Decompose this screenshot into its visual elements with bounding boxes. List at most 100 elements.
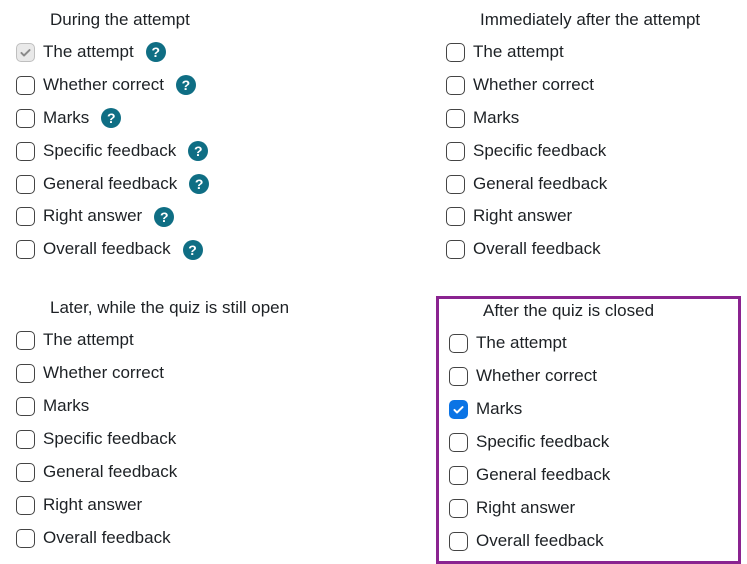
option-label[interactable]: Whether correct bbox=[43, 71, 164, 100]
option-row: Whether correct bbox=[16, 357, 426, 390]
option-label[interactable]: Specific feedback bbox=[476, 428, 609, 457]
option-label[interactable]: Marks bbox=[43, 392, 89, 421]
option-row: Overall feedback? bbox=[16, 233, 426, 266]
option-label[interactable]: General feedback bbox=[473, 170, 607, 199]
checkbox[interactable] bbox=[446, 76, 465, 95]
option-label[interactable]: Whether correct bbox=[473, 71, 594, 100]
section-options: The attempt Whether correct Marks Specific … bbox=[446, 36, 731, 266]
option-row: Marks? bbox=[16, 102, 426, 135]
option-row: Right answer bbox=[446, 200, 731, 233]
checkbox[interactable] bbox=[16, 529, 35, 548]
checkbox[interactable] bbox=[446, 142, 465, 161]
option-label[interactable]: Marks bbox=[473, 104, 519, 133]
option-row: General feedback bbox=[449, 459, 728, 492]
option-row: Marks bbox=[446, 102, 731, 135]
help-icon[interactable]: ? bbox=[183, 240, 203, 260]
option-label[interactable]: Overall feedback bbox=[473, 235, 601, 264]
option-label[interactable]: General feedback bbox=[43, 170, 177, 199]
option-label[interactable]: Right answer bbox=[476, 494, 575, 523]
option-label[interactable]: The attempt bbox=[476, 329, 567, 358]
section-heading: During the attempt bbox=[50, 10, 426, 30]
help-icon[interactable]: ? bbox=[154, 207, 174, 227]
checkbox[interactable] bbox=[16, 430, 35, 449]
help-icon[interactable]: ? bbox=[101, 108, 121, 128]
option-row: The attempt? bbox=[16, 36, 426, 69]
section-heading: After the quiz is closed bbox=[483, 301, 728, 321]
option-label[interactable]: The attempt bbox=[43, 38, 134, 67]
checkbox[interactable] bbox=[446, 43, 465, 62]
option-row: Right answer bbox=[16, 489, 426, 522]
checkbox[interactable] bbox=[449, 499, 468, 518]
option-row: The attempt bbox=[449, 327, 728, 360]
option-row: Right answer bbox=[449, 492, 728, 525]
option-row: The attempt bbox=[16, 324, 426, 357]
option-label[interactable]: Right answer bbox=[473, 202, 572, 231]
checkbox[interactable] bbox=[16, 207, 35, 226]
option-label[interactable]: Marks bbox=[476, 395, 522, 424]
option-label[interactable]: General feedback bbox=[476, 461, 610, 490]
help-icon[interactable]: ? bbox=[146, 42, 166, 62]
checkbox[interactable] bbox=[449, 367, 468, 386]
section-during: During the attempt The attempt?Whether c… bbox=[6, 8, 436, 270]
review-options-grid: During the attempt The attempt?Whether c… bbox=[6, 8, 741, 564]
help-icon[interactable]: ? bbox=[188, 141, 208, 161]
section-later: Later, while the quiz is still open The … bbox=[6, 296, 436, 564]
option-row: Whether correct? bbox=[16, 69, 426, 102]
checkbox[interactable] bbox=[16, 463, 35, 482]
option-label[interactable]: Right answer bbox=[43, 491, 142, 520]
checkbox bbox=[16, 43, 35, 62]
checkbox[interactable] bbox=[16, 496, 35, 515]
section-heading: Immediately after the attempt bbox=[480, 10, 731, 30]
help-icon[interactable]: ? bbox=[176, 75, 196, 95]
checkbox[interactable] bbox=[446, 207, 465, 226]
checkbox[interactable] bbox=[16, 240, 35, 259]
option-label[interactable]: Whether correct bbox=[476, 362, 597, 391]
option-row: Marks bbox=[449, 393, 728, 426]
checkbox[interactable] bbox=[16, 142, 35, 161]
section-options: The attempt Whether correct Marks Specific … bbox=[16, 324, 426, 554]
checkbox[interactable] bbox=[16, 397, 35, 416]
option-row: Marks bbox=[16, 390, 426, 423]
option-row: Specific feedback? bbox=[16, 135, 426, 168]
option-row: Specific feedback bbox=[449, 426, 728, 459]
option-row: General feedback bbox=[446, 168, 731, 201]
checkbox[interactable] bbox=[449, 433, 468, 452]
checkbox[interactable] bbox=[449, 466, 468, 485]
option-label[interactable]: Overall feedback bbox=[43, 235, 171, 264]
checkbox[interactable] bbox=[449, 532, 468, 551]
option-label[interactable]: Overall feedback bbox=[43, 524, 171, 553]
checkbox[interactable] bbox=[446, 109, 465, 128]
option-label[interactable]: Specific feedback bbox=[43, 425, 176, 454]
checkbox[interactable] bbox=[449, 334, 468, 353]
option-label[interactable]: General feedback bbox=[43, 458, 177, 487]
checkbox[interactable] bbox=[16, 364, 35, 383]
checkbox[interactable] bbox=[16, 331, 35, 350]
option-label[interactable]: The attempt bbox=[473, 38, 564, 67]
option-row: Whether correct bbox=[446, 69, 731, 102]
checkbox[interactable] bbox=[446, 240, 465, 259]
option-label[interactable]: The attempt bbox=[43, 326, 134, 355]
checkbox[interactable] bbox=[16, 109, 35, 128]
checkbox[interactable] bbox=[449, 400, 468, 419]
option-row: The attempt bbox=[446, 36, 731, 69]
section-heading: Later, while the quiz is still open bbox=[50, 298, 426, 318]
option-label[interactable]: Right answer bbox=[43, 202, 142, 231]
section-immediately: Immediately after the attempt The attemp… bbox=[436, 8, 741, 270]
option-label[interactable]: Specific feedback bbox=[43, 137, 176, 166]
option-row: Specific feedback bbox=[446, 135, 731, 168]
checkbox[interactable] bbox=[446, 175, 465, 194]
option-row: Whether correct bbox=[449, 360, 728, 393]
option-label[interactable]: Overall feedback bbox=[476, 527, 604, 556]
checkbox[interactable] bbox=[16, 76, 35, 95]
section-closed: After the quiz is closed The attempt Whet… bbox=[436, 296, 741, 564]
option-label[interactable]: Marks bbox=[43, 104, 89, 133]
option-row: Overall feedback bbox=[449, 525, 728, 558]
help-icon[interactable]: ? bbox=[189, 174, 209, 194]
section-options: The attempt Whether correct Marks Specific … bbox=[449, 327, 728, 557]
option-label[interactable]: Specific feedback bbox=[473, 137, 606, 166]
option-row: Overall feedback bbox=[446, 233, 731, 266]
option-label[interactable]: Whether correct bbox=[43, 359, 164, 388]
section-options: The attempt?Whether correct?Marks?Specif… bbox=[16, 36, 426, 266]
option-row: Overall feedback bbox=[16, 522, 426, 555]
checkbox[interactable] bbox=[16, 175, 35, 194]
